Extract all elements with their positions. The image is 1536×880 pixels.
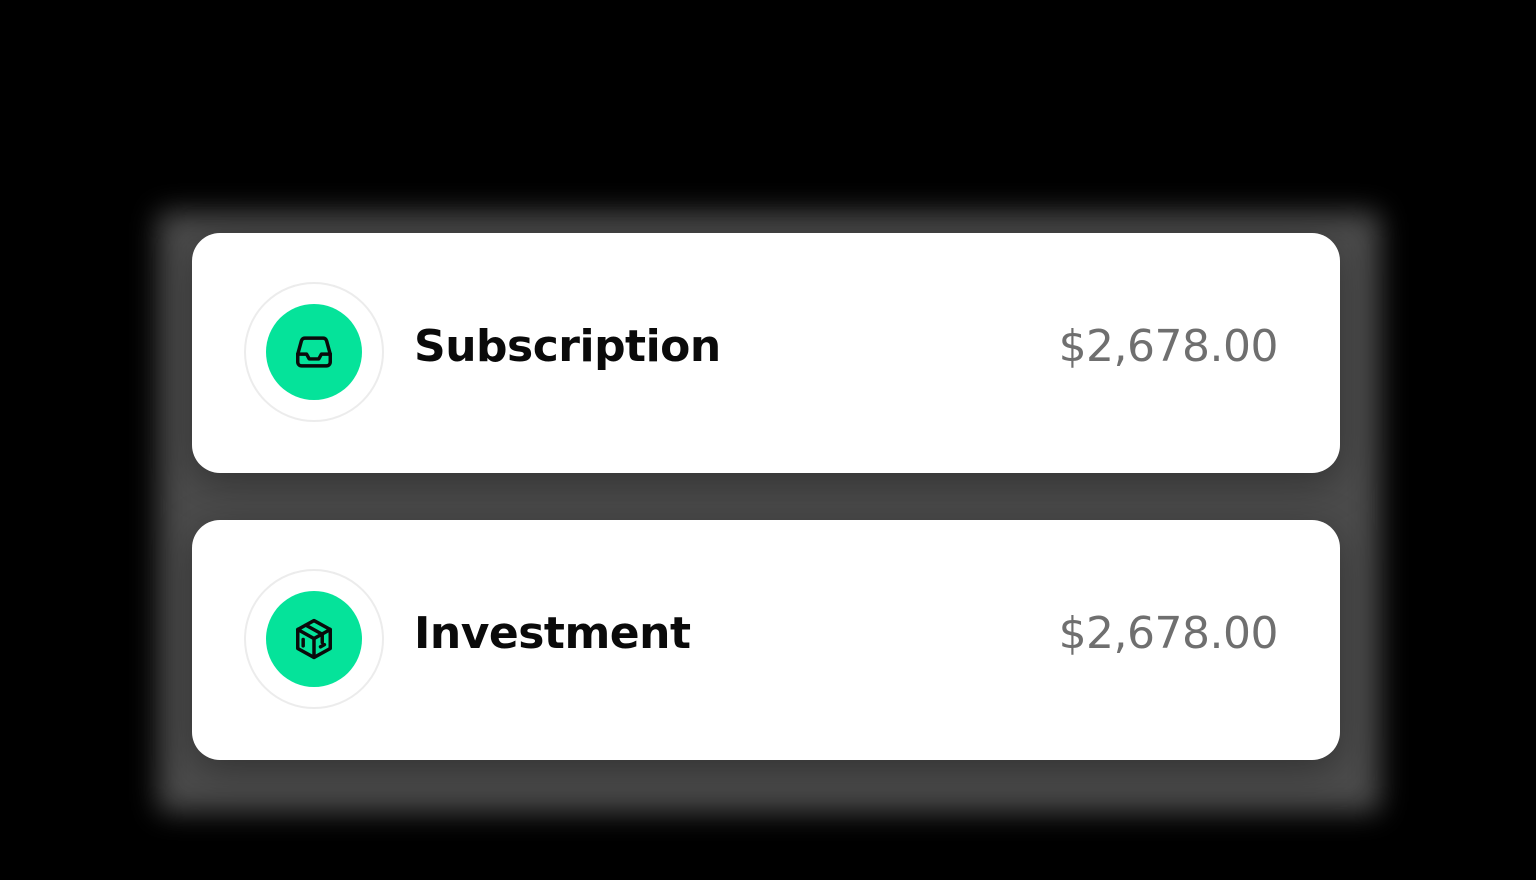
transaction-card-subscription[interactable]: Subscription $2,678.00 [192, 233, 1340, 473]
transaction-label: Subscription [414, 321, 721, 372]
cube-box-icon [296, 618, 332, 660]
transaction-label: Investment [414, 608, 691, 659]
category-icon-badge [266, 591, 362, 687]
transaction-amount: $2,678.00 [1058, 321, 1279, 372]
category-icon-badge [266, 304, 362, 400]
inbox-tray-icon [296, 336, 332, 368]
category-icon-ring [244, 282, 384, 422]
transaction-card-investment[interactable]: Investment $2,678.00 [192, 520, 1340, 760]
transaction-amount: $2,678.00 [1058, 608, 1279, 659]
category-icon-ring [244, 569, 384, 709]
